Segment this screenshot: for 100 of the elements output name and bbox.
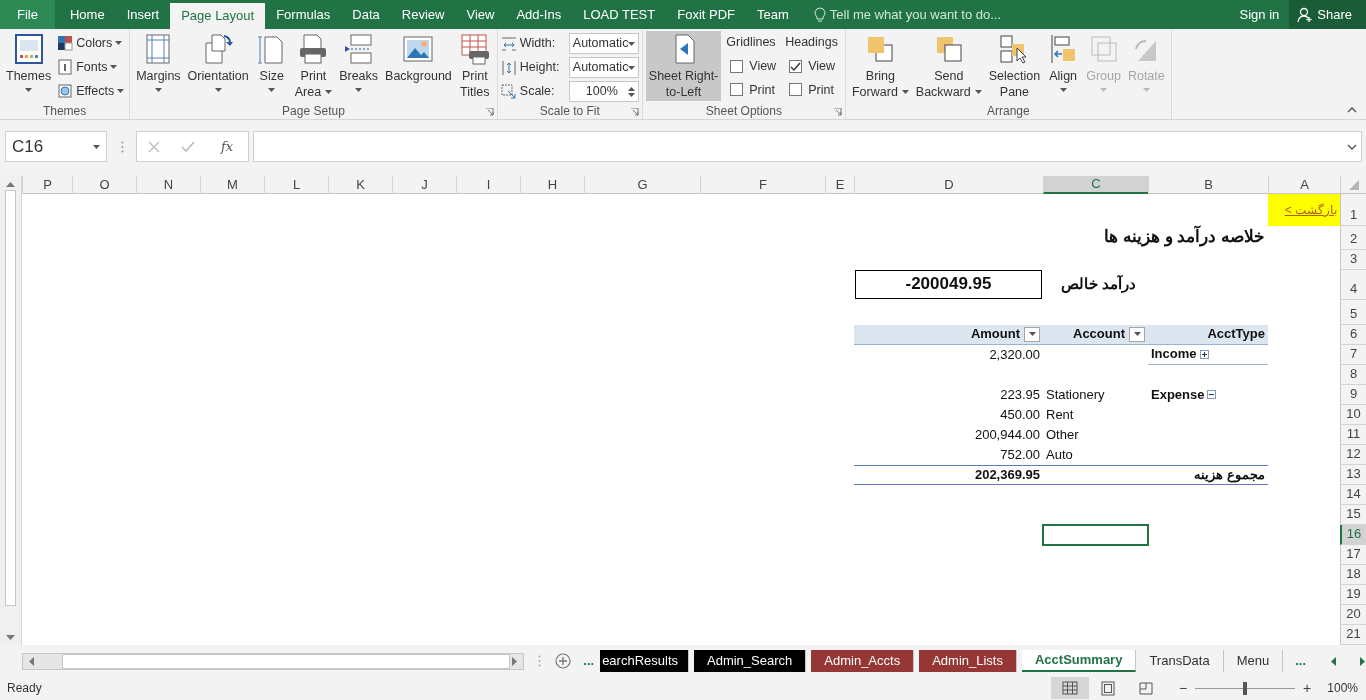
ribbon-tab[interactable]: View <box>455 0 506 29</box>
row-header[interactable]: 20 <box>1340 605 1366 625</box>
ribbon-tab[interactable]: Page Layout <box>170 3 266 29</box>
column-header[interactable]: D <box>854 176 1043 194</box>
ribbon-button[interactable]: Orientation <box>184 31 252 101</box>
row-header[interactable]: 12 <box>1340 445 1366 465</box>
sheet-tab[interactable]: AcctSummary <box>1021 650 1137 672</box>
column-header[interactable]: N <box>136 176 200 194</box>
row-header[interactable]: 13 <box>1340 465 1366 485</box>
sheet-tab[interactable]: Admin_Lists <box>919 650 1017 672</box>
group-label: Arrange <box>987 102 1030 120</box>
collapse-icon[interactable] <box>1207 390 1217 399</box>
row-header[interactable]: 9 <box>1340 385 1366 405</box>
horizontal-scrollbar[interactable] <box>22 652 525 670</box>
column-header[interactable]: F <box>700 176 825 194</box>
share-button[interactable]: Share <box>1289 0 1366 29</box>
row-header[interactable]: 17 <box>1340 545 1366 565</box>
sheet-tab[interactable]: Admin_Search <box>694 650 807 672</box>
ribbon-button[interactable]: Selection Pane <box>985 31 1044 101</box>
row-header[interactable]: 8 <box>1340 365 1366 385</box>
group-label: Sheet Options <box>705 102 782 120</box>
formula-field[interactable] <box>253 131 1362 162</box>
checkbox[interactable] <box>730 59 744 73</box>
name-box[interactable]: C16 <box>5 131 107 162</box>
row-header[interactable]: 3 <box>1340 250 1366 270</box>
ribbon-button[interactable]: Breaks <box>336 31 382 101</box>
ribbon-tab[interactable]: Review <box>390 0 456 29</box>
column-header[interactable]: E <box>825 176 854 194</box>
row-header[interactable]: 18 <box>1340 565 1366 585</box>
spin-field[interactable]: 100% <box>568 81 639 102</box>
row-header[interactable]: 1 <box>1340 194 1366 226</box>
row-header[interactable]: 15 <box>1340 505 1366 525</box>
row-header[interactable]: 21 <box>1340 625 1366 645</box>
row-header[interactable]: 6 <box>1340 325 1366 345</box>
sheet-tab[interactable]: Admin_Accts <box>811 650 915 672</box>
view-button[interactable] <box>1050 677 1089 699</box>
column-header[interactable]: I <box>456 176 520 194</box>
column-header[interactable]: J <box>392 176 456 194</box>
ribbon-button[interactable]: Send Backward <box>912 31 985 101</box>
ribbon-tab[interactable]: File <box>0 0 55 29</box>
dropdown-field[interactable]: Automatic <box>568 57 639 78</box>
ribbon-button[interactable]: Print Titles <box>455 31 494 101</box>
column-header[interactable]: O <box>72 176 136 194</box>
column-header[interactable]: A <box>1268 176 1340 194</box>
zoom-in-button[interactable]: + <box>1301 677 1314 699</box>
ribbon-button[interactable]: Bring Forward <box>849 31 912 101</box>
ribbon-button[interactable]: Size <box>252 31 291 101</box>
row-header[interactable]: 7 <box>1340 345 1366 365</box>
row-header[interactable]: 2 <box>1340 226 1366 250</box>
ribbon-tab[interactable]: Foxit PDF <box>666 0 747 29</box>
ribbon-tab[interactable]: Data <box>341 0 391 29</box>
ribbon-tab[interactable]: Formulas <box>265 0 342 29</box>
column-header[interactable]: H <box>520 176 584 194</box>
sign-in-button[interactable]: Sign in <box>1229 0 1290 29</box>
checkbox[interactable] <box>789 83 803 97</box>
ribbon-button[interactable]: Sheet Right- to-Left <box>645 31 722 101</box>
cell-selection[interactable] <box>1042 524 1149 546</box>
column-header[interactable]: L <box>264 176 328 194</box>
row-header[interactable]: 16 <box>1340 525 1366 545</box>
row-header[interactable]: 11 <box>1340 425 1366 445</box>
checkbox[interactable] <box>730 83 744 97</box>
ribbon-tab[interactable]: LOAD TEST <box>572 0 667 29</box>
more-tabs-button[interactable]: ... <box>1291 651 1310 671</box>
ribbon-button[interactable]: Themes <box>3 31 55 101</box>
back-link[interactable]: بازگشت > <box>1268 194 1340 226</box>
ribbon-tab[interactable]: Team <box>746 0 800 29</box>
ribbon-tab[interactable]: Home <box>58 0 116 29</box>
ribbon-button[interactable]: Background <box>382 31 455 101</box>
zoom-out-button[interactable]: − <box>1176 677 1190 699</box>
row-header[interactable]: 14 <box>1340 485 1366 505</box>
scroll-thumb[interactable] <box>5 190 16 606</box>
column-header[interactable]: B <box>1148 176 1268 194</box>
column-header[interactable]: P <box>22 176 72 194</box>
ribbon-button[interactable]: Colors <box>55 33 127 54</box>
ribbon-button[interactable]: Margins <box>133 31 184 101</box>
ribbon-button[interactable]: Fonts <box>55 56 127 78</box>
expand-icon[interactable] <box>1199 349 1209 359</box>
row-header[interactable]: 5 <box>1340 300 1366 325</box>
ribbon-button[interactable]: Print Area <box>291 31 336 101</box>
row-header[interactable]: 4 <box>1340 270 1366 300</box>
filter-button[interactable] <box>1129 326 1145 342</box>
row-header[interactable]: 10 <box>1340 405 1366 425</box>
column-header[interactable]: G <box>584 176 700 194</box>
ribbon-button[interactable]: Align <box>1044 31 1083 101</box>
scroll-thumb[interactable] <box>62 653 510 669</box>
column-header[interactable]: C <box>1043 176 1148 194</box>
filter-button[interactable] <box>1024 326 1040 342</box>
column-header[interactable]: K <box>328 176 392 194</box>
checkbox[interactable] <box>789 59 803 73</box>
ribbon-button[interactable]: Effects <box>55 80 127 102</box>
insert-function-button[interactable]: fx <box>217 136 238 157</box>
ribbon-tab[interactable]: Insert <box>115 0 171 29</box>
tell-me-field[interactable]: Tell me what you want to do... <box>813 0 1014 29</box>
row-header[interactable]: 19 <box>1340 585 1366 605</box>
sheet-tab[interactable]: earchResults <box>600 650 689 672</box>
column-header[interactable]: M <box>200 176 264 194</box>
ribbon-tab[interactable]: Add-Ins <box>505 0 573 29</box>
slider-thumb[interactable] <box>1243 681 1248 695</box>
more-tabs-button[interactable]: ... <box>579 651 599 671</box>
dropdown-field[interactable]: Automatic <box>568 33 639 54</box>
